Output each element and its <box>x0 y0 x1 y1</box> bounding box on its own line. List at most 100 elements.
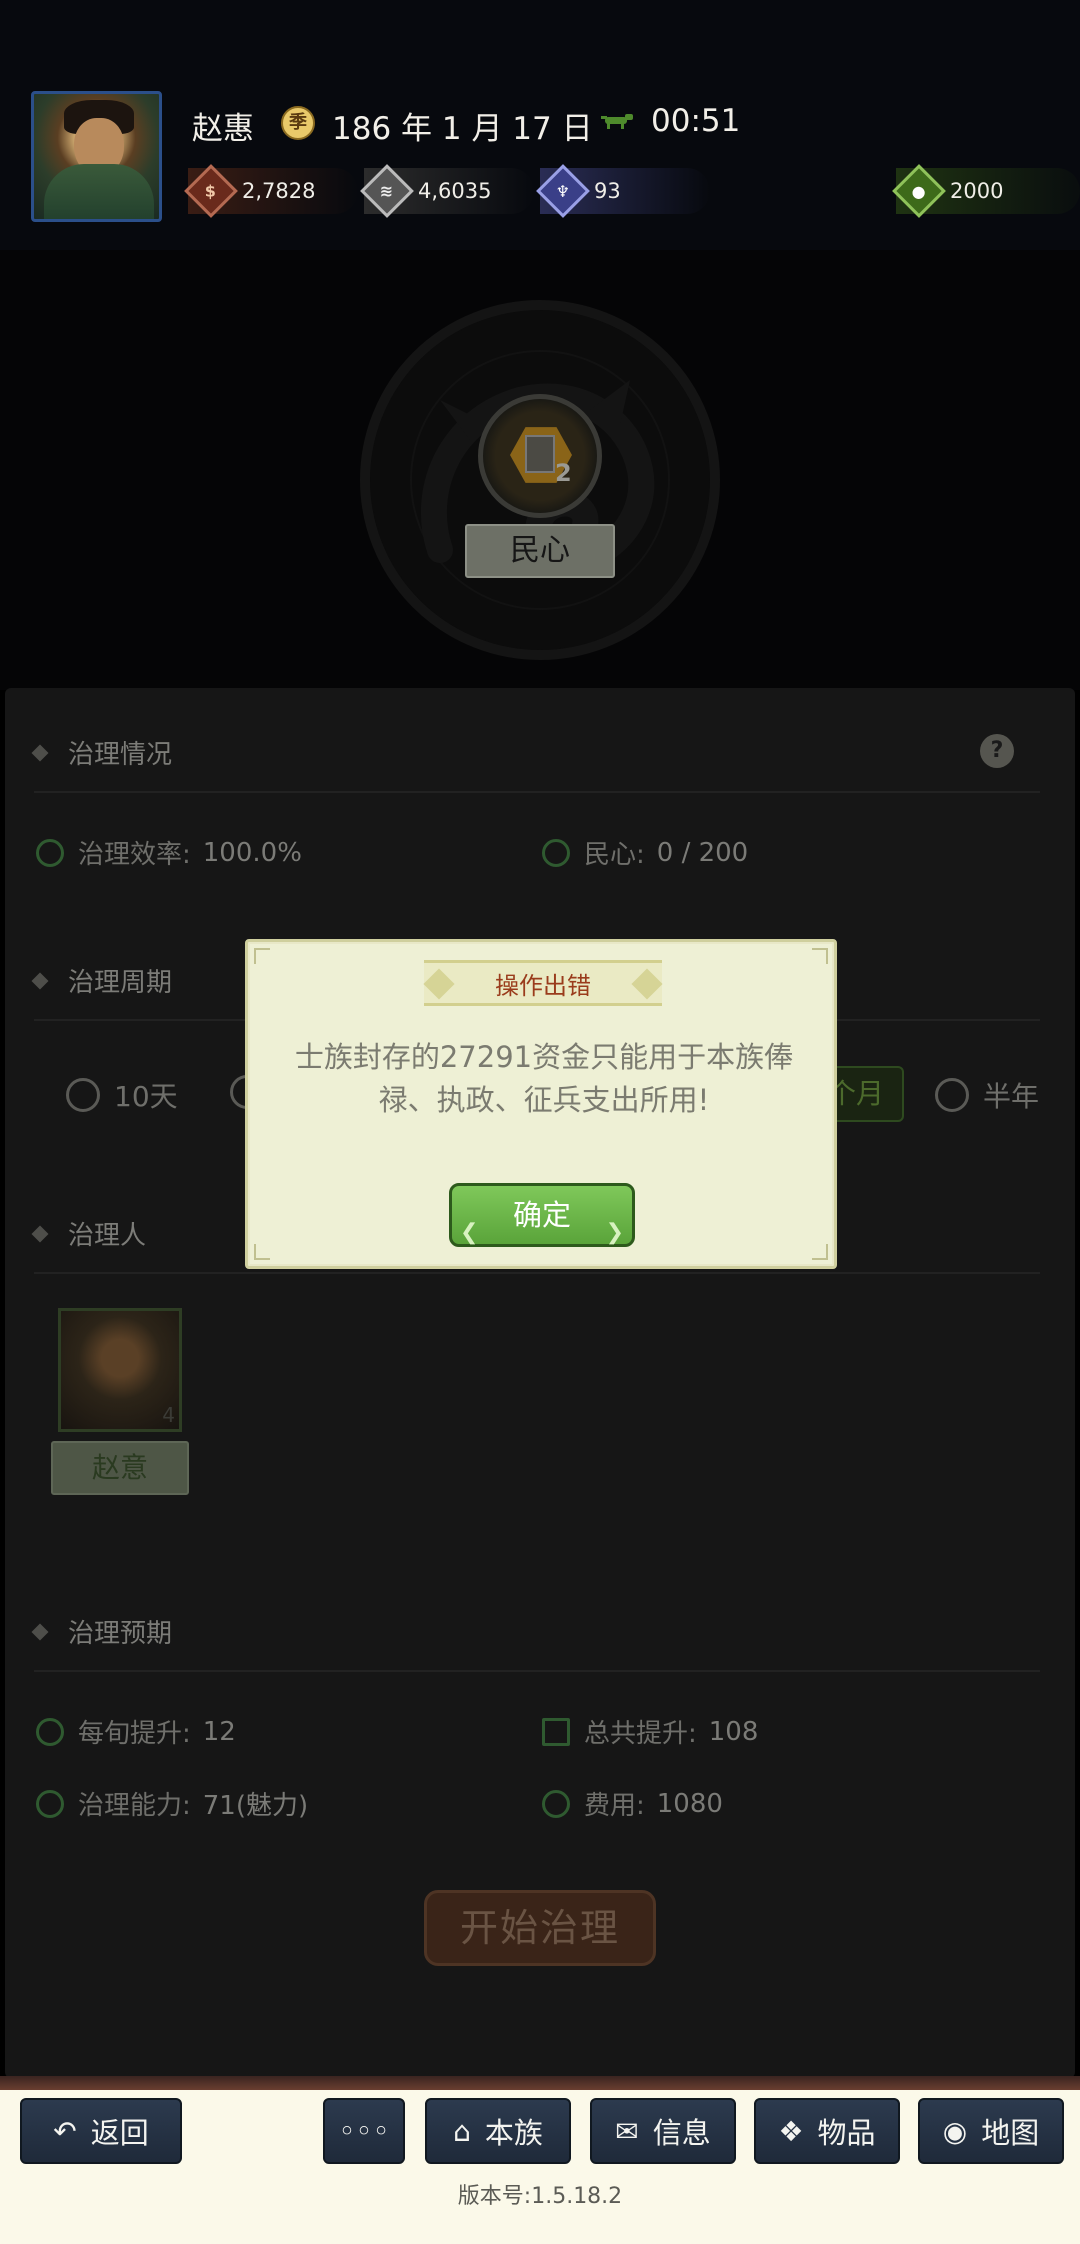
horse-speed-icon[interactable] <box>601 112 637 130</box>
governor-name[interactable]: 赵意 <box>51 1441 189 1495</box>
grain-value: 4,6035 <box>418 179 492 203</box>
help-icon[interactable]: ? <box>980 734 1014 768</box>
back-button[interactable]: ↶ 返回 <box>20 2098 182 2164</box>
cycle-option-halfyear[interactable]: 半年 <box>935 1075 1039 1115</box>
map-label: 地图 <box>981 2116 1040 2150</box>
error-dialog: 操作出错 士族封存的27291资金只能用于本族俸禄、执政、征兵支出所用! ❮ 确… <box>245 939 837 1269</box>
diamond-bullet-icon <box>31 1623 49 1640</box>
minxin-emblem: 2 <box>478 394 602 518</box>
cycle-option-halfyear-label: 半年 <box>983 1080 1040 1113</box>
efficiency-label: 治理效率: <box>78 840 191 870</box>
gold-value: 2,7828 <box>242 179 316 203</box>
game-time: 00:51 <box>651 103 741 139</box>
minxin-level: 2 <box>555 459 572 487</box>
per-period-stat: 每旬提升: 12 <box>36 1713 236 1750</box>
resource-coin[interactable]: ● 2000 <box>892 164 1080 218</box>
chat-bubble-icon: ✉ <box>615 2114 639 2148</box>
items-label: 物品 <box>817 2116 876 2150</box>
cost-stat: 费用: 1080 <box>542 1785 723 1822</box>
efficiency-value: 100.0% <box>202 837 302 868</box>
dialog-corner <box>254 1244 270 1260</box>
gear-icon <box>36 1717 64 1746</box>
player-name: 赵惠 <box>192 111 254 147</box>
gear-icon <box>542 838 570 867</box>
efficiency-stat: 治理效率: 100.0% <box>36 834 302 871</box>
book-icon <box>525 435 555 473</box>
items-button[interactable]: ❖ 物品 <box>754 2098 900 2164</box>
version-label: 版本号:1.5.18.2 <box>457 2184 623 2209</box>
cost-value: 1080 <box>656 1788 723 1819</box>
cycle-option-10d[interactable]: 10天 <box>66 1075 178 1115</box>
clan-label: 本族 <box>484 2116 543 2150</box>
governor-portrait[interactable]: 4 <box>58 1308 182 1432</box>
section-forecast-title: 治理预期 <box>31 1613 173 1650</box>
resource-gold[interactable]: $ 2,7828 <box>184 164 358 218</box>
section-governor-title: 治理人 <box>31 1215 146 1252</box>
governor-level: 4 <box>162 1403 175 1427</box>
more-dots-icon: ◦◦◦ <box>338 2114 390 2148</box>
grain-icon: ≋ <box>360 164 414 218</box>
troops-icon: ♆ <box>536 164 590 218</box>
back-label: 返回 <box>90 2116 149 2150</box>
gold-icon: $ <box>184 164 238 218</box>
divider <box>34 1670 1040 1672</box>
per-period-label: 每旬提升: <box>78 1719 191 1749</box>
resource-grain[interactable]: ≋ 4,6035 <box>360 164 534 218</box>
bottom-separator <box>0 2076 1080 2090</box>
diamond-bullet-icon <box>31 744 49 761</box>
resource-troops[interactable]: ♆ 93 <box>536 164 710 218</box>
minxin-stat: 民心: 0 / 200 <box>542 834 748 871</box>
section-status-label: 治理情况 <box>68 740 173 770</box>
minxin-button[interactable]: 民心 <box>465 524 615 578</box>
dialog-title-banner: 操作出错 <box>423 960 663 1006</box>
confirm-label: 确定 <box>512 1198 571 1232</box>
efficiency-icon <box>36 838 64 867</box>
total-value: 108 <box>708 1716 759 1747</box>
radio-icon <box>935 1078 969 1112</box>
globe-icon: ◉ <box>942 2114 968 2148</box>
chevron-left-icon: ❮ <box>460 1220 479 1245</box>
divider <box>34 791 1040 793</box>
dialog-corner <box>812 948 828 964</box>
arrow-up-icon <box>542 1717 570 1746</box>
coin-value: 2000 <box>950 179 1004 203</box>
diamond-ornament-icon <box>631 968 663 1000</box>
items-icon: ❖ <box>778 2114 804 2148</box>
header: 赵惠 季 186 年 1 月 17 日 00:51 $ 2,7828 ≋ 4,6… <box>0 0 1080 690</box>
more-button[interactable]: ◦◦◦ <box>323 2098 405 2164</box>
cycle-option-10d-label: 10天 <box>114 1080 178 1113</box>
info-label: 信息 <box>652 2116 711 2150</box>
radio-icon <box>66 1078 100 1112</box>
ability-value: 71(魅力) <box>202 1791 309 1821</box>
season-icon: 季 <box>281 106 315 140</box>
coins-icon <box>542 1789 570 1818</box>
start-governance-button[interactable]: 开始治理 <box>424 1890 656 1966</box>
eye-icon <box>36 1789 64 1818</box>
house-icon: ⌂ <box>453 2114 471 2148</box>
player-avatar[interactable] <box>31 91 162 222</box>
dialog-title: 操作出错 <box>495 971 591 1000</box>
section-cycle-title: 治理周期 <box>31 962 173 999</box>
troops-value: 93 <box>594 179 621 203</box>
section-cycle-label: 治理周期 <box>68 968 173 998</box>
ability-label: 治理能力: <box>78 1791 191 1821</box>
game-date: 186 年 1 月 17 日 <box>332 111 593 147</box>
clan-button[interactable]: ⌂ 本族 <box>425 2098 571 2164</box>
minxin-label: 民心: <box>584 840 645 870</box>
ability-stat: 治理能力: 71(魅力) <box>36 1785 308 1822</box>
dialog-corner <box>254 948 270 964</box>
per-period-value: 12 <box>202 1716 236 1747</box>
chevron-right-icon: ❯ <box>605 1220 624 1245</box>
map-button[interactable]: ◉ 地图 <box>918 2098 1064 2164</box>
info-button[interactable]: ✉ 信息 <box>590 2098 736 2164</box>
diamond-ornament-icon <box>423 968 455 1000</box>
diamond-bullet-icon <box>31 1225 49 1242</box>
divider <box>34 1272 1040 1274</box>
section-forecast-label: 治理预期 <box>68 1619 173 1649</box>
confirm-button[interactable]: ❮ 确定 ❯ <box>449 1183 635 1247</box>
total-label: 总共提升: <box>584 1719 697 1749</box>
section-status-title: 治理情况 <box>31 734 173 771</box>
diamond-bullet-icon <box>31 972 49 989</box>
dialog-corner <box>812 1244 828 1260</box>
avatar-robe <box>44 164 154 219</box>
